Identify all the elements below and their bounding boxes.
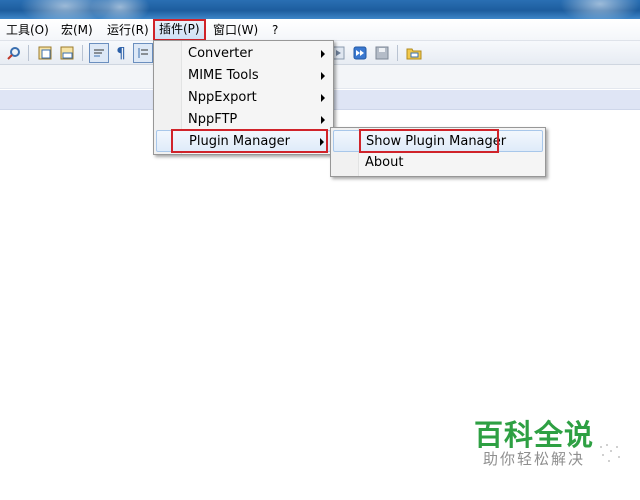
macro-run-multiple-icon[interactable]: [350, 43, 370, 63]
watermark-subtitle: 助你轻松解决: [483, 450, 586, 468]
menu-help[interactable]: ?: [268, 20, 282, 40]
menu-item-show-plugin-manager[interactable]: Show Plugin Manager: [333, 130, 543, 152]
menu-item-plugin-manager[interactable]: Plugin Manager: [156, 130, 331, 152]
menu-item-label: NppFTP: [188, 112, 238, 127]
indent-guide-icon[interactable]: [133, 43, 153, 63]
toolbar-separator: [82, 45, 83, 61]
menu-macro[interactable]: 宏(M): [57, 20, 97, 40]
watermark-logo-icon: [600, 444, 620, 462]
menu-plugins[interactable]: 插件(P): [153, 19, 206, 41]
plugins-menu: Converter MIME Tools NppExport NppFTP Pl…: [153, 40, 334, 155]
find-icon[interactable]: [4, 43, 24, 63]
menu-item-about[interactable]: About: [333, 152, 543, 174]
menu-bar: 工具(O) 宏(M) 运行(R) 插件(P) 窗口(W) ?: [0, 19, 640, 41]
toolbar-separator: [397, 45, 398, 61]
menu-tools[interactable]: 工具(O): [2, 20, 53, 40]
submenu-arrow-icon: [320, 138, 324, 146]
menu-item-label: MIME Tools: [188, 68, 259, 83]
submenu-arrow-icon: [321, 94, 325, 102]
menu-item-label: Show Plugin Manager: [366, 134, 507, 149]
menu-item-label: NppExport: [188, 90, 257, 105]
menu-item-mime-tools[interactable]: MIME Tools: [156, 65, 331, 87]
plugin-manager-submenu: Show Plugin Manager About: [330, 127, 546, 177]
submenu-arrow-icon: [321, 116, 325, 124]
window-title-bar: [0, 0, 640, 19]
menu-run[interactable]: 运行(R): [103, 20, 153, 40]
menu-item-label: Plugin Manager: [189, 134, 290, 149]
submenu-arrow-icon: [321, 50, 325, 58]
menu-item-nppexport[interactable]: NppExport: [156, 87, 331, 109]
zoom-out-icon[interactable]: [57, 43, 77, 63]
word-wrap-icon[interactable]: [89, 43, 109, 63]
menu-item-nppftp[interactable]: NppFTP: [156, 109, 331, 131]
submenu-arrow-icon: [321, 72, 325, 80]
menu-item-label: About: [365, 155, 404, 170]
menu-window[interactable]: 窗口(W): [209, 20, 262, 40]
menu-item-label: Converter: [188, 46, 253, 61]
menu-item-converter[interactable]: Converter: [156, 43, 331, 65]
show-all-characters-icon[interactable]: ¶: [111, 43, 131, 63]
zoom-in-icon[interactable]: [35, 43, 55, 63]
macro-save-icon[interactable]: [372, 43, 392, 63]
toolbar-separator: [28, 45, 29, 61]
folder-icon[interactable]: [404, 43, 424, 63]
